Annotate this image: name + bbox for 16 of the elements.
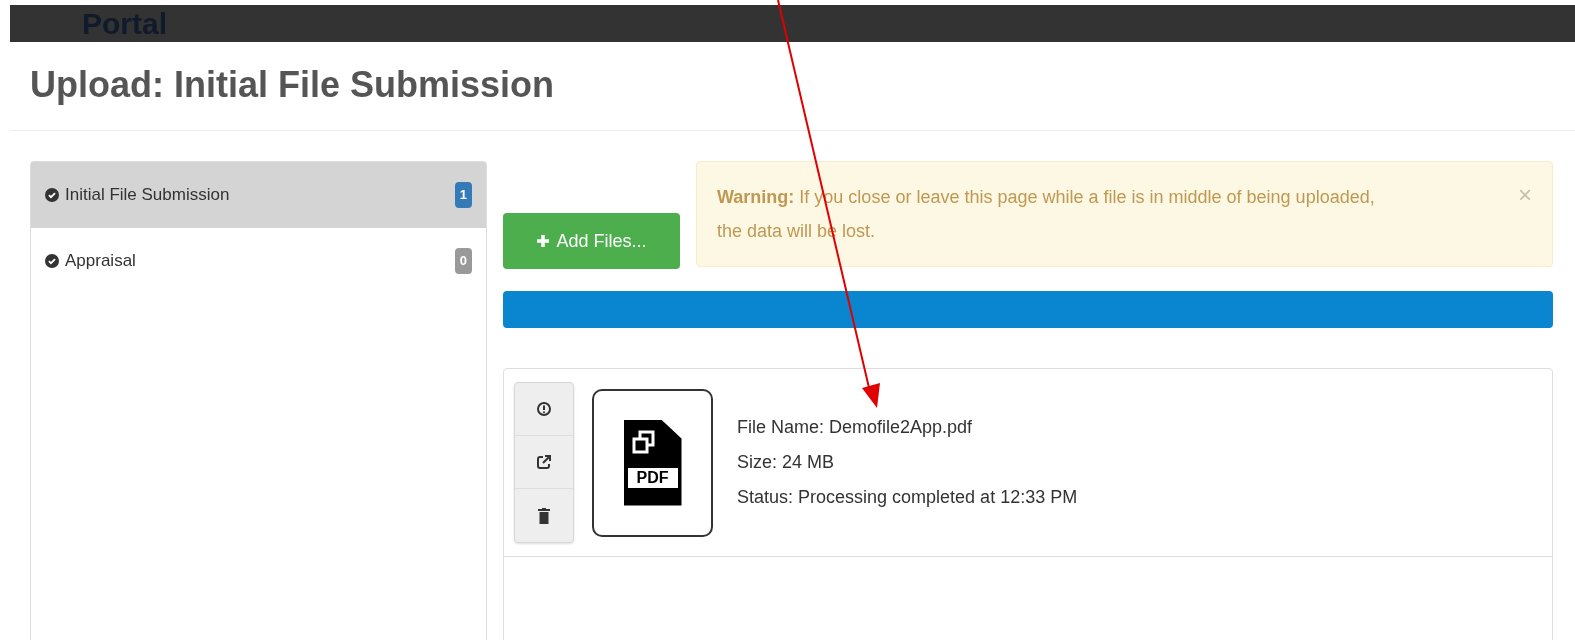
file-status: Status: Processing completed at 12:33 PM	[737, 486, 1078, 509]
sidebar-item-label: Appraisal	[65, 250, 137, 273]
trash-icon	[538, 507, 550, 524]
file-name: File Name: Demofile2App.pdf	[737, 416, 974, 439]
share-icon	[537, 455, 551, 469]
check-circle-icon	[45, 254, 59, 268]
plus-icon	[536, 234, 551, 248]
pdf-file-icon: PDF	[623, 419, 682, 506]
count-badge: 1	[454, 182, 472, 208]
sidebar-item-label: Initial File Submission	[65, 184, 231, 207]
check-circle-icon	[45, 188, 59, 202]
info-circle-icon	[537, 402, 551, 416]
page-title: Upload: Initial File Submission	[30, 63, 556, 107]
file-size: Size: 24 MB	[737, 451, 836, 474]
count-badge: 0	[454, 248, 472, 274]
sidebar-item[interactable]: Initial File Submission 1	[31, 162, 486, 228]
